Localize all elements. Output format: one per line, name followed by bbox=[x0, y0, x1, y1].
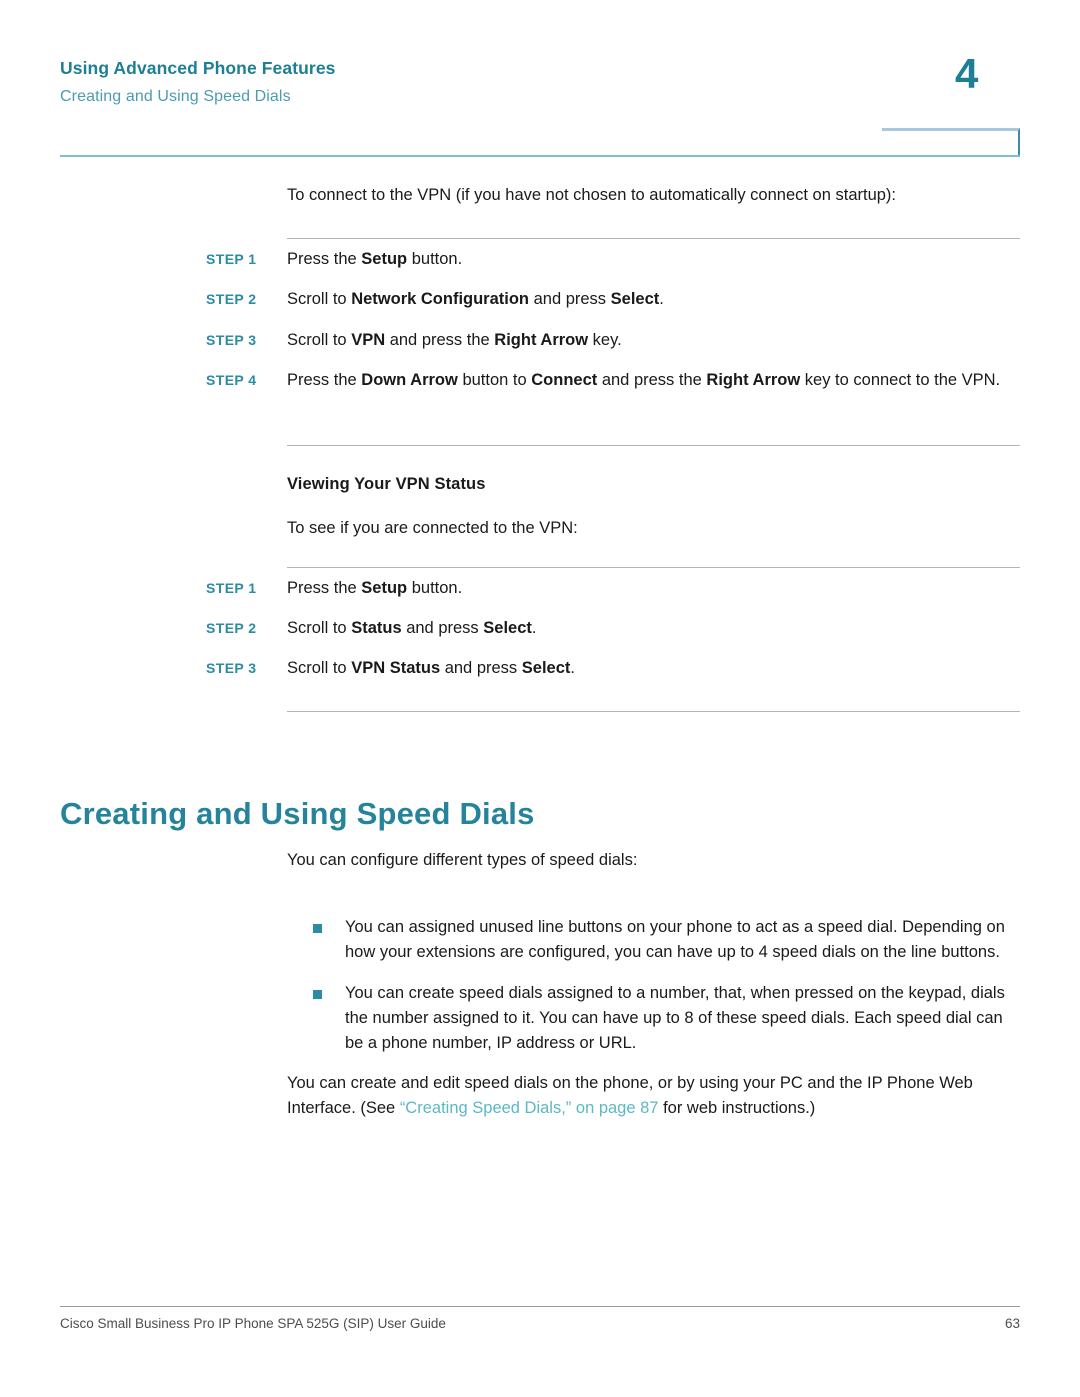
section-heading-speed-dials: Creating and Using Speed Dials bbox=[60, 795, 535, 831]
steps-top-rule-2 bbox=[287, 567, 1020, 568]
step-label: STEP 3 bbox=[206, 660, 257, 676]
step-text: Scroll to Status and press Select. bbox=[287, 619, 537, 637]
steps-bottom-rule-2 bbox=[287, 711, 1020, 712]
header-divider-rule bbox=[60, 155, 1020, 157]
speed-dials-intro: You can configure different types of spe… bbox=[287, 851, 638, 869]
bullet-square-icon bbox=[313, 990, 322, 999]
steps-top-rule-1 bbox=[287, 238, 1020, 239]
document-page: Using Advanced Phone Features Creating a… bbox=[0, 0, 1080, 1397]
step-label: STEP 4 bbox=[206, 372, 257, 388]
footer-divider-rule bbox=[60, 1306, 1020, 1307]
header-section-subtitle: Creating and Using Speed Dials bbox=[60, 88, 291, 105]
speed-dials-closing-paragraph: You can create and edit speed dials on t… bbox=[287, 1071, 1017, 1121]
step-text: Press the Setup button. bbox=[287, 250, 463, 268]
step-text: Scroll to VPN Status and press Select. bbox=[287, 659, 575, 677]
step-text: Scroll to Network Configuration and pres… bbox=[287, 290, 664, 308]
closing-text-after: for web instructions.) bbox=[658, 1099, 816, 1117]
chapter-number: 4 bbox=[955, 50, 978, 97]
footer-page-number: 63 bbox=[1004, 1316, 1020, 1331]
step-label: STEP 3 bbox=[206, 332, 257, 348]
vpn-connect-intro: To connect to the VPN (if you have not c… bbox=[287, 186, 897, 204]
step-label: STEP 1 bbox=[206, 580, 257, 596]
page-header: Using Advanced Phone Features Creating a… bbox=[0, 0, 1080, 160]
list-item-text: You can create speed dials assigned to a… bbox=[345, 984, 1005, 1052]
step-label: STEP 2 bbox=[206, 620, 257, 636]
step-label: STEP 1 bbox=[206, 251, 257, 267]
cross-reference-link-creating-speed-dials[interactable]: “Creating Speed Dials,” on page 87 bbox=[400, 1099, 659, 1117]
step-text: Press the Down Arrow button to Connect a… bbox=[287, 371, 1001, 389]
bullet-square-icon bbox=[313, 924, 322, 933]
vpn-status-intro: To see if you are connected to the VPN: bbox=[287, 519, 578, 537]
list-item-text: You can assigned unused line buttons on … bbox=[345, 918, 1005, 961]
chapter-number-box bbox=[882, 128, 1020, 156]
vpn-status-heading: Viewing Your VPN Status bbox=[287, 475, 486, 493]
step-label: STEP 2 bbox=[206, 291, 257, 307]
step-text: Press the Setup button. bbox=[287, 579, 463, 597]
header-chapter-title: Using Advanced Phone Features bbox=[60, 58, 336, 78]
steps-bottom-rule-1 bbox=[287, 445, 1020, 446]
step-text: Scroll to VPN and press the Right Arrow … bbox=[287, 331, 622, 349]
